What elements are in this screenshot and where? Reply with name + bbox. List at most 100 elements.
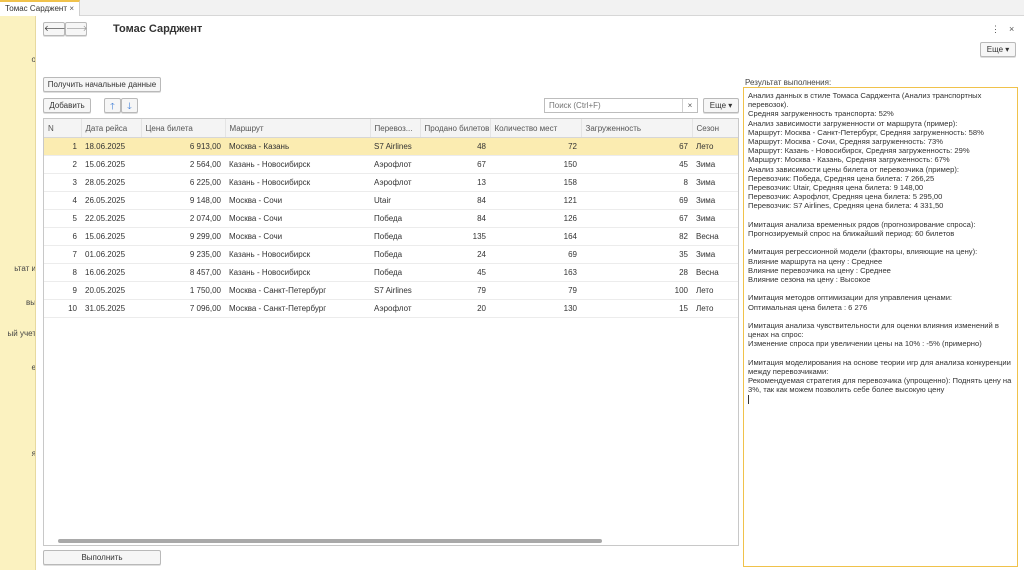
column-header-price[interactable]: Цена билета: [141, 119, 226, 138]
cell-load-factor: 8: [581, 173, 692, 192]
column-header-load[interactable]: Загруженность: [581, 119, 693, 138]
column-header-n[interactable]: N: [44, 119, 82, 138]
table-row[interactable]: 10 31.05.2025 7 096,00 Москва - Санкт-Петер…: [44, 299, 738, 318]
page-title: Томас Сарджент: [113, 23, 203, 35]
form-more-button[interactable]: Еще ▾: [980, 42, 1016, 57]
cell-load-factor: 28: [581, 263, 692, 282]
scrollbar-thumb[interactable]: [58, 539, 602, 543]
cell-carrier: Аэрофлот: [370, 155, 420, 174]
table-row[interactable]: 8 16.06.2025 8 457,00 Казань - Новосибирск П…: [44, 263, 738, 282]
cell-carrier: Аэрофлот: [370, 173, 420, 192]
cell-row-number: 5: [44, 209, 81, 228]
cell-row-number: 4: [44, 191, 81, 210]
cell-ticket-price: 6 225,00: [141, 173, 225, 192]
cell-route: Москва - Казань: [225, 137, 370, 156]
cell-seats-count: 79: [490, 281, 581, 300]
cell-route: Москва - Санкт-Петербург: [225, 281, 370, 300]
text-cursor: [748, 394, 749, 404]
arrow-left-icon: 🡐: [44, 24, 66, 33]
result-line: [748, 211, 1013, 220]
table-row[interactable]: 1 18.06.2025 6 913,00 Москва - Казань S7 Air…: [44, 137, 738, 156]
cell-load-factor: 100: [581, 281, 692, 300]
result-line: Анализ зависимости загруженности от марш…: [748, 118, 958, 128]
cell-row-number: 7: [44, 245, 81, 264]
cell-flight-date: 26.05.2025: [81, 191, 141, 210]
cell-route: Казань - Новосибирск: [225, 173, 370, 192]
table-row[interactable]: 4 26.05.2025 9 148,00 Москва - Сочи Utair 84 1…: [44, 191, 738, 210]
cell-seats-count: 163: [490, 263, 581, 282]
table-more-button[interactable]: Еще ▾: [703, 98, 739, 113]
cell-load-factor: 45: [581, 155, 692, 174]
result-line: Рекомендуемая стратегия для перевозчика …: [748, 376, 1012, 386]
cell-ticket-price: 7 096,00: [141, 299, 225, 318]
result-line: Перевозчик: Победа, Средняя цена билета:…: [748, 173, 935, 183]
tab-close-icon[interactable]: ×: [69, 2, 74, 15]
forward-button[interactable]: 🡒: [65, 22, 87, 36]
column-header-route[interactable]: Маршрут: [225, 119, 371, 138]
cell-route: Москва - Сочи: [225, 209, 370, 228]
clear-search-icon[interactable]: ×: [682, 99, 697, 112]
move-down-button[interactable]: 🡓: [121, 98, 138, 113]
search-input[interactable]: [545, 99, 691, 112]
result-line: перевозок).: [748, 100, 789, 110]
result-line: Имитация методов оптимизации для управле…: [748, 293, 953, 303]
sidebar-item[interactable]: вы: [0, 298, 35, 307]
cell-flight-date: 28.05.2025: [81, 173, 141, 192]
cell-row-number: 6: [44, 227, 81, 246]
cell-season: Зима: [692, 209, 738, 228]
cell-season: Зима: [692, 191, 738, 210]
column-header-seats[interactable]: Количество мест: [490, 119, 582, 138]
move-up-button[interactable]: 🡑: [104, 98, 121, 113]
result-line: Перевозчик: Аэрофлот, Средняя цена билет…: [748, 192, 943, 202]
cell-route: Казань - Новосибирск: [225, 155, 370, 174]
table-row[interactable]: 5 22.05.2025 2 074,00 Москва - Сочи Победа 84…: [44, 209, 738, 228]
close-form-icon[interactable]: ×: [1009, 24, 1014, 34]
get-initial-data-button[interactable]: Получить начальные данные: [43, 77, 161, 92]
run-button[interactable]: Выполнить: [43, 550, 161, 565]
result-line: Изменение спроса при увеличении цены на …: [748, 339, 982, 349]
column-header-sold[interactable]: Продано билетов: [420, 119, 491, 138]
cell-load-factor: 67: [581, 137, 692, 156]
table-row[interactable]: 9 20.05.2025 1 750,00 Москва - Санкт-Петерб…: [44, 281, 738, 300]
sidebar-item[interactable]: о: [0, 55, 35, 64]
cell-flight-date: 18.06.2025: [81, 137, 141, 156]
result-line: Анализ зависимости цены билета от перево…: [748, 164, 959, 174]
sidebar-item[interactable]: ьтат и: [0, 264, 35, 273]
table-row[interactable]: 6 15.06.2025 9 299,00 Москва - Сочи Победа 13…: [44, 227, 738, 246]
tab-tomas-sargent[interactable]: Томас Сарджент ×: [0, 0, 80, 16]
sidebar-item[interactable]: е: [0, 363, 35, 372]
sidebar-item[interactable]: я: [0, 449, 35, 458]
result-line: Влияние маршрута на цену : Среднее: [748, 256, 883, 266]
add-button[interactable]: Добавить: [43, 98, 91, 113]
sidebar-item[interactable]: ый учет: [0, 329, 35, 338]
table-row[interactable]: 3 28.05.2025 6 225,00 Казань - Новосибирск А…: [44, 173, 738, 192]
cell-tickets-sold: 84: [420, 209, 490, 228]
cell-row-number: 10: [44, 299, 81, 318]
cell-seats-count: 121: [490, 191, 581, 210]
column-header-date[interactable]: Дата рейса: [81, 119, 142, 138]
column-header-season[interactable]: Сезон: [692, 119, 738, 138]
cell-tickets-sold: 84: [420, 191, 490, 210]
result-line: Перевозчик: S7 Airlines, Средняя цена би…: [748, 201, 944, 211]
result-line: между перевозчиками:: [748, 367, 829, 377]
result-line: Влияние сезона на цену : Высокое: [748, 275, 871, 285]
back-button[interactable]: 🡐: [43, 22, 65, 36]
search-field: ×: [544, 98, 698, 113]
cell-season: Лето: [692, 281, 738, 300]
cell-route: Москва - Сочи: [225, 227, 370, 246]
table-row[interactable]: 7 01.06.2025 9 235,00 Казань - Новосибирск П…: [44, 245, 738, 264]
result-textarea[interactable]: Анализ данных в стиле Томаса Сарджента (…: [743, 87, 1018, 567]
table-row[interactable]: 2 15.06.2025 2 564,00 Казань - Новосибирск А…: [44, 155, 738, 174]
cell-load-factor: 15: [581, 299, 692, 318]
cell-flight-date: 01.06.2025: [81, 245, 141, 264]
cell-flight-date: 31.05.2025: [81, 299, 141, 318]
result-line: Прогнозируемый спрос на ближайший период…: [748, 229, 955, 239]
cell-tickets-sold: 45: [420, 263, 490, 282]
cell-carrier: Аэрофлот: [370, 299, 420, 318]
cell-route: Москва - Сочи: [225, 191, 370, 210]
cell-flight-date: 16.06.2025: [81, 263, 141, 282]
more-vertical-icon[interactable]: ⋮: [991, 24, 1000, 35]
column-header-carrier[interactable]: Перевоз...: [370, 119, 421, 138]
result-line: [748, 284, 1013, 293]
cell-season: Зима: [692, 173, 738, 192]
